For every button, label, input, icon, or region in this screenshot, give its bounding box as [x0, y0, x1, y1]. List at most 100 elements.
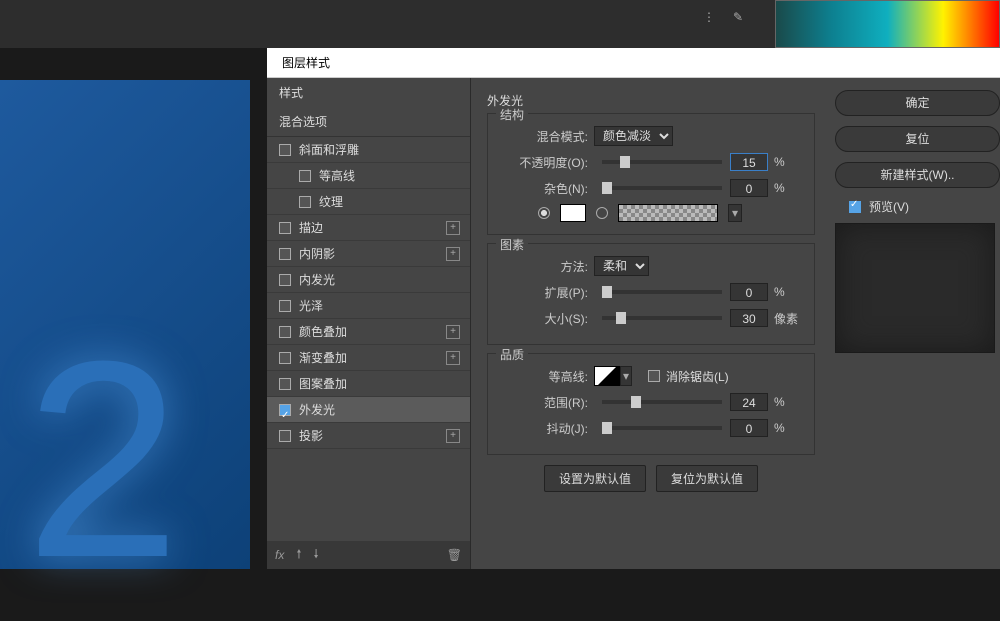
- style-label: 颜色叠加: [299, 319, 347, 345]
- plus-icon[interactable]: +: [446, 221, 460, 235]
- styles-header[interactable]: 样式: [267, 78, 470, 107]
- pct-unit: %: [774, 285, 804, 299]
- style-item-8[interactable]: 渐变叠加+: [267, 345, 470, 371]
- app-top-bar: ⋮ ✎: [0, 0, 1000, 48]
- pct-unit: %: [774, 395, 804, 409]
- style-item-10[interactable]: 外发光: [267, 397, 470, 423]
- canvas-background: 2: [0, 80, 250, 569]
- technique-label: 方法:: [498, 258, 588, 275]
- preview-label: 预览(V): [869, 198, 909, 215]
- plus-icon[interactable]: +: [446, 247, 460, 261]
- style-item-7[interactable]: 颜色叠加 +: [267, 319, 470, 345]
- gradient-preview[interactable]: [618, 204, 718, 222]
- style-item-0[interactable]: 斜面和浮雕: [267, 137, 470, 163]
- canvas-number-2: 2: [25, 300, 181, 621]
- style-item-9[interactable]: 图案叠加: [267, 371, 470, 397]
- elements-fieldset: 图素 方法: 柔和 扩展(P): 0 % 大小(S): 30 像素: [487, 243, 815, 345]
- style-checkbox[interactable]: [279, 300, 291, 312]
- styles-footer: fx 🠕 🠗 🗑: [267, 541, 470, 569]
- contour-label: 等高线:: [498, 368, 588, 385]
- pct-unit: %: [774, 421, 804, 435]
- style-item-3[interactable]: 描边 +: [267, 215, 470, 241]
- spread-value[interactable]: 0: [730, 283, 768, 301]
- antialias-checkbox[interactable]: [648, 370, 660, 382]
- layer-style-dialog: 图层样式 样式 混合选项 斜面和浮雕等高线纹理描边+内阴影+内发光光泽颜色叠加+…: [267, 48, 1000, 569]
- opacity-value[interactable]: 15: [730, 153, 768, 171]
- style-label: 等高线: [319, 163, 355, 189]
- spread-slider[interactable]: [602, 290, 722, 294]
- preview-checkbox[interactable]: [849, 201, 861, 213]
- noise-value[interactable]: 0: [730, 179, 768, 197]
- style-label: 内阴影: [299, 241, 335, 267]
- opacity-slider[interactable]: [602, 160, 722, 164]
- style-checkbox[interactable]: [279, 430, 291, 442]
- style-label: 内发光: [299, 267, 335, 293]
- brush-icon[interactable]: ✎: [726, 5, 750, 29]
- noise-slider[interactable]: [602, 186, 722, 190]
- trash-icon[interactable]: 🗑: [447, 548, 462, 562]
- style-checkbox[interactable]: [279, 326, 291, 338]
- style-checkbox[interactable]: [299, 196, 311, 208]
- range-slider[interactable]: [602, 400, 722, 404]
- color-spectrum[interactable]: [775, 0, 1000, 48]
- size-value[interactable]: 30: [730, 309, 768, 327]
- contour-picker[interactable]: [594, 366, 620, 386]
- color-swatch[interactable]: [560, 204, 586, 222]
- dots-icon[interactable]: ⋮: [697, 5, 721, 29]
- style-label: 描边: [299, 215, 323, 241]
- plus-icon[interactable]: +: [446, 325, 460, 339]
- style-label: 外发光: [299, 397, 335, 423]
- spread-label: 扩展(P):: [498, 284, 588, 301]
- blend-options-item[interactable]: 混合选项: [267, 107, 470, 137]
- section-title: 外发光: [487, 92, 815, 109]
- quality-fieldset: 品质 等高线: ▾ 消除锯齿(L) 范围(R): 24 % 抖动(J):: [487, 353, 815, 455]
- technique-select[interactable]: 柔和: [594, 256, 649, 276]
- style-checkbox[interactable]: [279, 404, 291, 416]
- px-unit: 像素: [774, 310, 804, 327]
- range-value[interactable]: 24: [730, 393, 768, 411]
- noise-label: 杂色(N):: [498, 180, 588, 197]
- ok-button[interactable]: 确定: [835, 90, 1000, 116]
- contour-dropdown-icon[interactable]: ▾: [620, 366, 632, 386]
- style-checkbox[interactable]: [299, 170, 311, 182]
- blend-mode-select[interactable]: 颜色减淡: [594, 126, 673, 146]
- style-checkbox[interactable]: [279, 352, 291, 364]
- style-label: 纹理: [319, 189, 343, 215]
- blend-mode-label: 混合模式:: [498, 128, 588, 145]
- style-item-6[interactable]: 光泽: [267, 293, 470, 319]
- arrow-up-icon[interactable]: 🠕: [296, 545, 301, 566]
- style-checkbox[interactable]: [279, 144, 291, 156]
- style-label: 斜面和浮雕: [299, 137, 359, 163]
- style-item-1[interactable]: 等高线: [267, 163, 470, 189]
- gradient-radio[interactable]: [596, 207, 608, 219]
- gradient-dropdown-icon[interactable]: ▾: [728, 204, 742, 222]
- cancel-button[interactable]: 复位: [835, 126, 1000, 152]
- quality-legend: 品质: [496, 346, 528, 363]
- set-default-button[interactable]: 设置为默认值: [544, 465, 646, 492]
- new-style-button[interactable]: 新建样式(W)..: [835, 162, 1000, 188]
- style-label: 投影: [299, 423, 323, 449]
- jitter-slider[interactable]: [602, 426, 722, 430]
- style-item-5[interactable]: 内发光: [267, 267, 470, 293]
- style-checkbox[interactable]: [279, 222, 291, 234]
- top-tools: ⋮ ✎: [697, 5, 750, 29]
- style-item-11[interactable]: 投影 +: [267, 423, 470, 449]
- style-item-4[interactable]: 内阴影 +: [267, 241, 470, 267]
- fx-icon[interactable]: fx: [275, 548, 284, 562]
- solid-color-radio[interactable]: [538, 207, 550, 219]
- preview-thumbnail: [835, 223, 995, 353]
- jitter-label: 抖动(J):: [498, 420, 588, 437]
- style-checkbox[interactable]: [279, 248, 291, 260]
- style-label: 图案叠加: [299, 371, 347, 397]
- reset-default-button[interactable]: 复位为默认值: [656, 465, 758, 492]
- structure-fieldset: 结构 混合模式: 颜色减淡 不透明度(O): 15 % 杂色(N): 0 %: [487, 113, 815, 235]
- jitter-value[interactable]: 0: [730, 419, 768, 437]
- style-item-2[interactable]: 纹理: [267, 189, 470, 215]
- arrow-down-icon[interactable]: 🠗: [314, 545, 319, 566]
- style-checkbox[interactable]: [279, 378, 291, 390]
- size-slider[interactable]: [602, 316, 722, 320]
- plus-icon[interactable]: +: [446, 351, 460, 365]
- style-checkbox[interactable]: [279, 274, 291, 286]
- pct-unit: %: [774, 181, 804, 195]
- plus-icon[interactable]: +: [446, 429, 460, 443]
